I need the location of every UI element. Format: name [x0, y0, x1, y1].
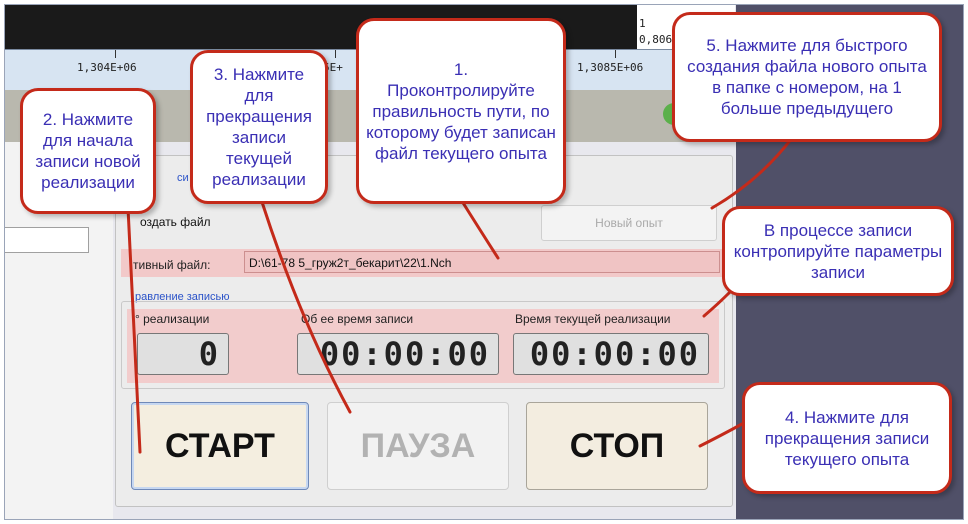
axis-tick [115, 50, 116, 58]
new-experiment-button[interactable]: Новый опыт [541, 205, 717, 241]
total-time-label: Об ее время записи [301, 312, 414, 326]
axis-tick-label: 1,3085E+06 [577, 61, 644, 74]
scale-label-bottom: 0,806 [639, 33, 673, 46]
start-button[interactable]: СТАРТ [131, 402, 309, 490]
realization-counter: 0 [137, 333, 229, 375]
callout-monitor-params: В процессе записи контропируйте параметр… [722, 206, 954, 296]
current-time-display: 00:00:00 [513, 333, 709, 375]
axis-tick-label: 1,304E+06 [77, 61, 137, 74]
file-list[interactable] [5, 227, 89, 253]
active-file-label: тивный файл: [133, 258, 211, 272]
stop-button[interactable]: СТОП [526, 402, 708, 490]
total-time-display: 00:00:00 [297, 333, 499, 375]
callout-new-experiment: 5. Нажмите для быстрого создания файла н… [672, 12, 942, 142]
pause-button[interactable]: ПАУЗА [327, 402, 509, 490]
current-time-label: Время текущей реализации [515, 312, 671, 326]
callout-check-path: 1. Проконтролируйте правильность пути, п… [356, 18, 566, 204]
axis-tick [615, 50, 616, 58]
axis-tick [335, 50, 336, 58]
callout-stop: 4. Нажмите для прекращения записи текуще… [742, 382, 952, 494]
scale-label-top: 1 [639, 17, 646, 30]
create-file-label[interactable]: оздать файл [140, 215, 211, 229]
callout-start: 2. Нажмите для начала записи новой реали… [20, 88, 156, 214]
active-file-path: D:\61-78 5_груж2т_бекарит\22\1.Nch [244, 251, 720, 273]
group-title: си [177, 172, 189, 184]
realization-label: ° реализации [135, 312, 210, 326]
callout-pause: 3. Нажмите для прекращения записи текуще… [190, 50, 328, 204]
